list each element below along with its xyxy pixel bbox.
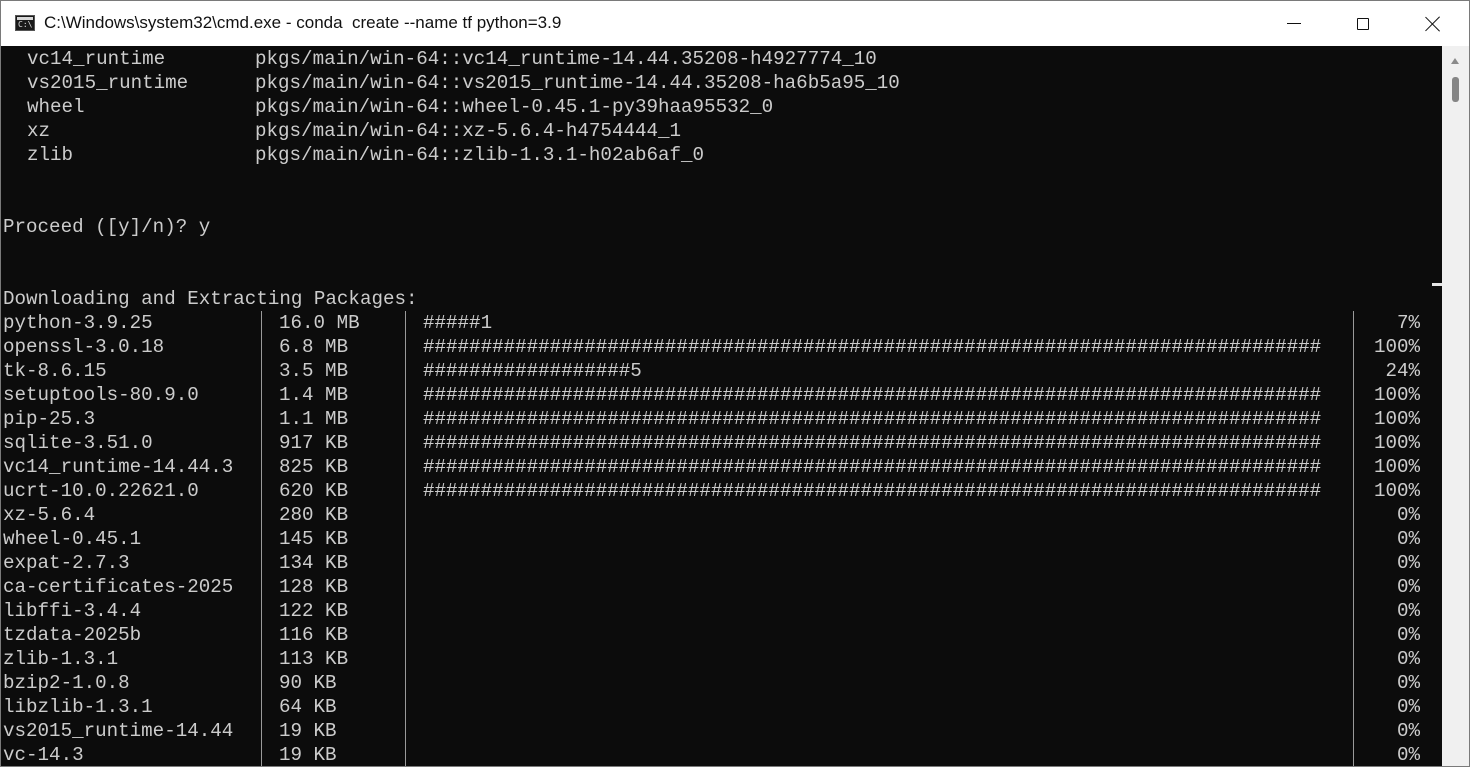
download-package-name: expat-2.7.3 [3,552,130,574]
download-percent: 0% [1396,744,1420,766]
download-size: 90 KB [279,672,337,694]
proceed-prompt: Proceed ([y]/n)? y [3,216,211,238]
download-package-name: openssl-3.0.18 [3,336,165,358]
download-percent: 24% [1385,360,1420,382]
download-package-name: zlib-1.3.1 [3,648,119,670]
title-bar[interactable]: C:\ C:\Windows\system32\cmd.exe - conda … [1,1,1469,46]
download-package-name: setuptools-80.9.0 [3,384,199,406]
download-size: 145 KB [279,528,349,550]
download-size: 917 KB [279,432,349,454]
download-package-name: ca-certificates-2025 [3,576,234,598]
download-size: 1.4 MB [279,384,349,406]
download-package-name: vc14_runtime-14.44.3 [3,456,234,478]
download-size: 113 KB [279,648,349,670]
download-percent: 0% [1396,504,1420,526]
download-percent: 0% [1396,552,1420,574]
download-package-name: tzdata-2025b [3,624,142,646]
download-percent: 0% [1396,528,1420,550]
package-name: wheel [27,96,85,118]
close-button[interactable] [1398,1,1468,46]
download-percent: 100% [1373,432,1420,454]
scroll-up-arrow-icon[interactable] [1451,58,1459,64]
download-percent: 0% [1396,720,1420,742]
package-spec: pkgs/main/win-64::xz-5.6.4-h4754444_1 [255,120,682,142]
maximize-button[interactable] [1328,1,1398,46]
download-size: 134 KB [279,552,349,574]
download-percent: 100% [1373,408,1420,430]
downloading-header: Downloading and Extracting Packages: [3,288,418,310]
cmd-icon-text: C:\ [18,20,33,29]
scroll-thumb[interactable] [1452,77,1459,102]
close-icon [1425,16,1441,32]
download-percent: 0% [1396,648,1420,670]
download-package-name: vs2015_runtime-14.44 [3,720,234,742]
download-progress-bar: ########################################… [423,408,1322,430]
download-progress-bar: ########################################… [423,432,1322,454]
download-size: 122 KB [279,600,349,622]
cmd-icon[interactable]: C:\ [15,15,35,31]
minimize-icon [1287,23,1301,24]
minimize-button[interactable] [1259,1,1329,46]
download-progress-bar: ########################################… [423,336,1322,358]
download-percent: 0% [1396,624,1420,646]
maximize-icon [1357,17,1369,30]
vertical-scrollbar[interactable] [1442,46,1469,766]
package-name: vs2015_runtime [27,72,189,94]
download-progress-bar: ########################################… [423,384,1322,406]
download-size: 620 KB [279,480,349,502]
download-percent: 0% [1396,576,1420,598]
download-percent: 100% [1373,456,1420,478]
download-package-name: ucrt-10.0.22621.0 [3,480,199,502]
download-percent: 0% [1396,600,1420,622]
window-title: C:\Windows\system32\cmd.exe - conda crea… [44,13,562,32]
console-output[interactable]: vc14_runtime pkgs/main/win-64::vc14_runti… [1,46,1442,766]
download-package-name: bzip2-1.0.8 [3,672,130,694]
download-percent: 100% [1373,384,1420,406]
download-package-name: sqlite-3.51.0 [3,432,153,454]
package-spec: pkgs/main/win-64::vc14_runtime-14.44.352… [255,48,877,70]
download-size: 19 KB [279,720,337,742]
download-percent: 0% [1396,672,1420,694]
download-package-name: xz-5.6.4 [3,504,96,526]
download-size: 64 KB [279,696,337,718]
download-progress-bar: #####1 [423,312,493,334]
column-divider-size [261,311,262,766]
download-package-name: libzlib-1.3.1 [3,696,153,718]
download-percent: 100% [1373,480,1420,502]
package-spec: pkgs/main/win-64::zlib-1.3.1-h02ab6af_0 [255,144,705,166]
download-size: 825 KB [279,456,349,478]
download-package-name: libffi-3.4.4 [3,600,142,622]
download-size: 19 KB [279,744,337,766]
download-package-name: vc-14.3 [3,744,84,766]
download-progress-bar: ########################################… [423,480,1322,502]
package-spec: pkgs/main/win-64::wheel-0.45.1-py39haa95… [255,96,774,118]
download-percent: 100% [1373,336,1420,358]
download-size: 3.5 MB [279,360,349,382]
cmd-window: C:\ C:\Windows\system32\cmd.exe - conda … [0,0,1470,767]
download-package-name: wheel-0.45.1 [3,528,142,550]
download-size: 6.8 MB [279,336,349,358]
download-percent: 0% [1396,696,1420,718]
column-divider-bar [405,311,406,766]
download-percent: 7% [1396,312,1420,334]
download-progress-bar: ##################5 [423,360,642,382]
download-package-name: tk-8.6.15 [3,360,107,382]
download-size: 116 KB [279,624,349,646]
package-name: vc14_runtime [27,48,166,70]
text-cursor [1432,283,1442,286]
download-size: 280 KB [279,504,349,526]
download-size: 16.0 MB [279,312,360,334]
download-progress-bar: ########################################… [423,456,1322,478]
package-name: xz [27,120,51,142]
download-package-name: pip-25.3 [3,408,96,430]
package-spec: pkgs/main/win-64::vs2015_runtime-14.44.3… [255,72,900,94]
package-name: zlib [27,144,74,166]
download-size: 128 KB [279,576,349,598]
download-package-name: python-3.9.25 [3,312,153,334]
download-size: 1.1 MB [279,408,349,430]
